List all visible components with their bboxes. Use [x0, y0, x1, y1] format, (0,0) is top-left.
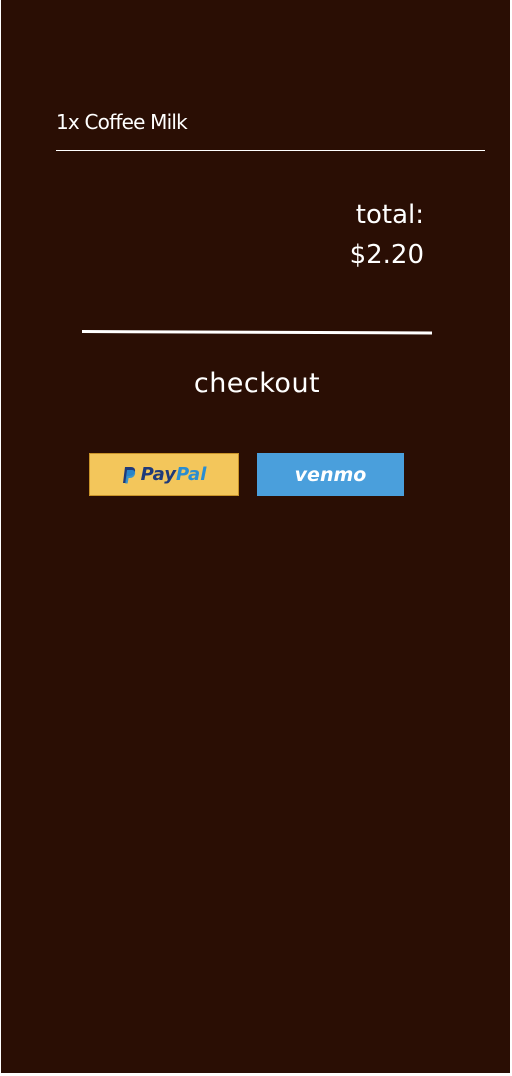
- item-divider: [56, 150, 485, 151]
- checkout-screen: 1x Coffee Milk total: $2.20 checkout Pay…: [1, 0, 510, 1073]
- total-label: total:: [355, 200, 424, 230]
- venmo-wordmark: venmo: [294, 463, 367, 486]
- total-value: $2.20: [349, 240, 424, 270]
- paypal-wordmark: PayPal: [141, 464, 207, 485]
- checkout-divider: [81, 330, 433, 335]
- paypal-wordmark-pal: Pal: [176, 464, 207, 485]
- venmo-button[interactable]: venmo: [257, 453, 404, 496]
- paypal-wordmark-pay: Pay: [140, 464, 176, 485]
- checkout-title: checkout: [193, 368, 321, 399]
- paypal-button[interactable]: PayPal: [89, 453, 239, 496]
- paypal-icon: [122, 466, 136, 484]
- cart-item: 1x Coffee Milk: [56, 110, 188, 134]
